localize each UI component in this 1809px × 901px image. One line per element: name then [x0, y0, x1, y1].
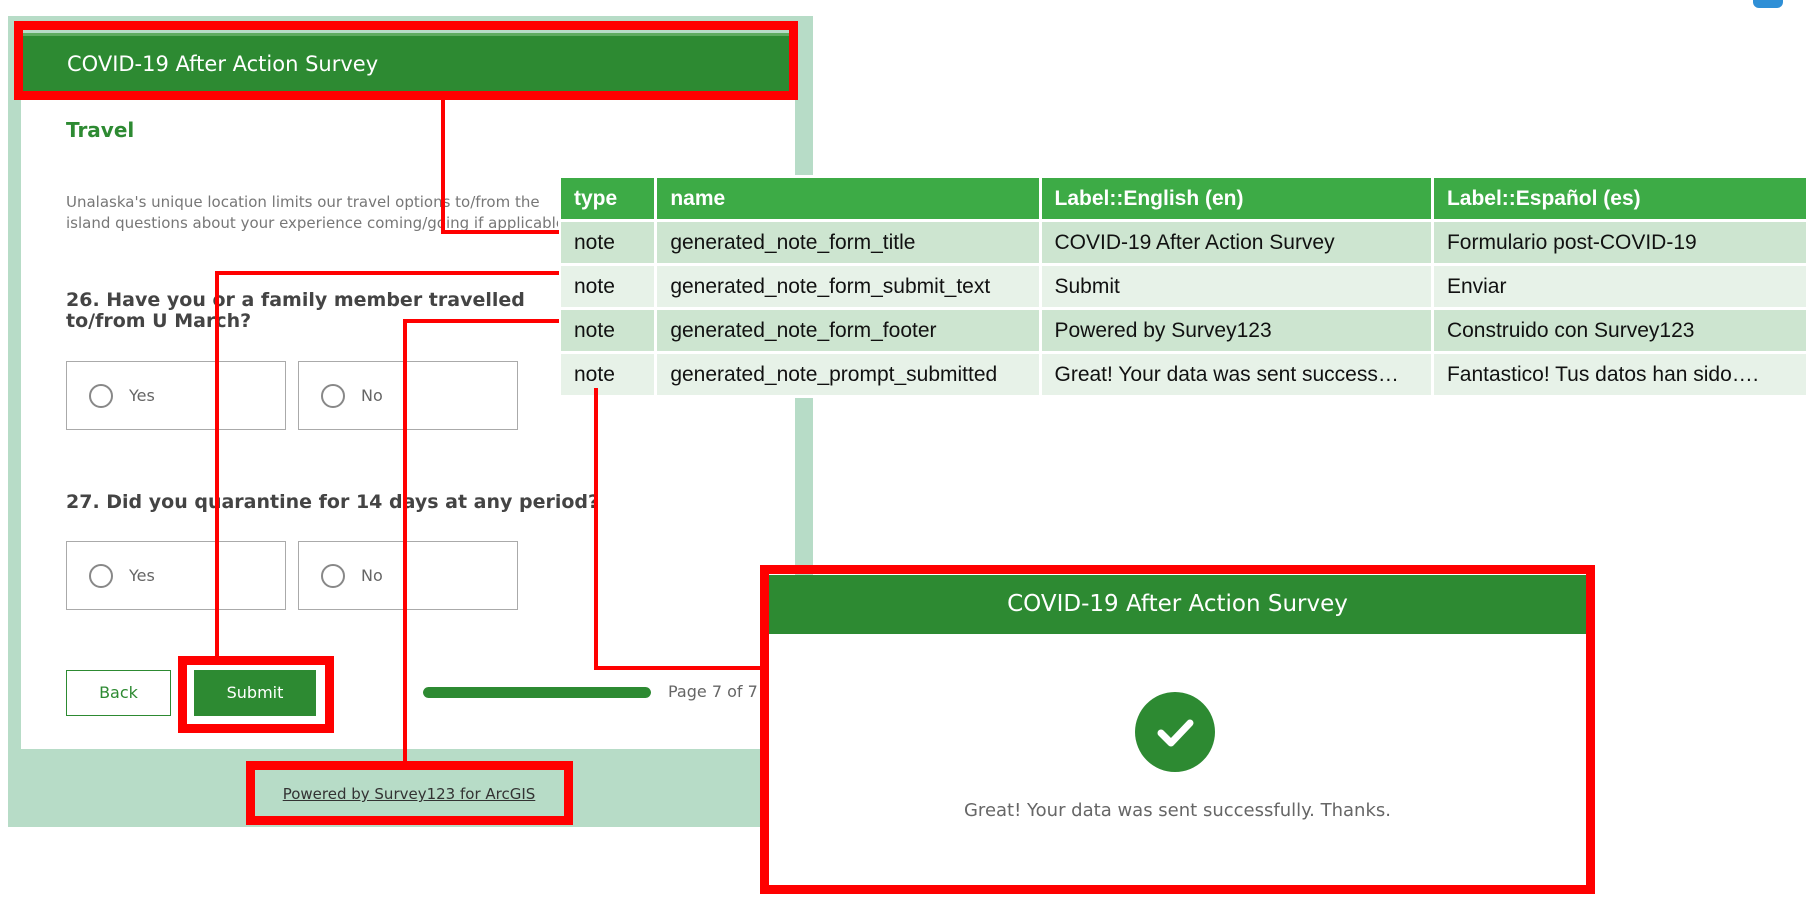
radio-icon	[321, 383, 345, 408]
table-cell: Formulario post-COVID-19	[1430, 219, 1809, 266]
q27-yes-option[interactable]: Yes	[66, 541, 286, 610]
q27-no-option[interactable]: No	[298, 541, 518, 610]
table-cell: generated_note_form_title	[654, 219, 1042, 266]
q26-yes-option[interactable]: Yes	[66, 361, 286, 430]
table-cell: Submit	[1038, 263, 1434, 310]
submit-highlight-box	[178, 656, 334, 733]
connector-line	[441, 99, 445, 234]
question-26-label: 26. Have you or a family member travelle…	[66, 289, 525, 332]
radio-icon	[321, 563, 345, 588]
back-button[interactable]: Back	[66, 670, 171, 716]
option-label: No	[361, 566, 383, 585]
column-header-name: name	[654, 175, 1042, 222]
translation-table: type name Label::English (en) Label::Esp…	[557, 175, 1809, 398]
table-cell: note	[557, 351, 658, 398]
table-cell: generated_note_prompt_submitted	[654, 351, 1042, 398]
column-header-type: type	[557, 175, 658, 222]
table-cell: Construido con Survey123	[1430, 307, 1809, 354]
table-header-row: type name Label::English (en) Label::Esp…	[557, 175, 1809, 222]
connector-line	[594, 388, 598, 670]
connector-line	[215, 271, 559, 275]
progress-bar	[423, 687, 651, 698]
radio-icon	[89, 383, 113, 408]
translation-spreadsheet: type name Label::English (en) Label::Esp…	[557, 175, 1809, 398]
footer-highlight-box	[246, 761, 573, 825]
option-label: Yes	[129, 566, 155, 585]
q26-no-option[interactable]: No	[298, 361, 518, 430]
connector-line	[215, 271, 219, 658]
table-row: note generated_note_form_title COVID-19 …	[557, 219, 1809, 266]
connector-line	[594, 666, 762, 670]
table-cell: note	[557, 263, 658, 310]
success-highlight-box	[760, 565, 1595, 894]
section-title: Travel	[66, 118, 135, 142]
connector-line	[441, 230, 559, 234]
table-row: note generated_note_form_footer Powered …	[557, 307, 1809, 354]
connector-line	[403, 319, 559, 323]
table-cell: Powered by Survey123	[1038, 307, 1434, 354]
corner-icon	[1753, 0, 1783, 8]
radio-icon	[89, 563, 113, 588]
connector-line	[403, 319, 407, 763]
table-cell: generated_note_form_footer	[654, 307, 1042, 354]
table-row: note generated_note_prompt_submitted Gre…	[557, 351, 1809, 398]
column-header-english: Label::English (en)	[1038, 175, 1434, 222]
progress-bar-fill	[423, 687, 651, 698]
column-header-spanish: Label::Español (es)	[1430, 175, 1809, 222]
header-highlight-box	[14, 21, 798, 100]
table-cell: generated_note_form_submit_text	[654, 263, 1042, 310]
table-cell: Great! Your data was sent success…	[1038, 351, 1434, 398]
page-indicator: Page 7 of 7	[668, 682, 758, 701]
table-cell: Fantastico! Tus datos han sido….	[1430, 351, 1809, 398]
table-row: note generated_note_form_submit_text Sub…	[557, 263, 1809, 310]
table-cell: note	[557, 307, 658, 354]
table-cell: COVID-19 After Action Survey	[1038, 219, 1434, 266]
section-description: Unalaska's unique location limits our tr…	[66, 193, 570, 232]
table-cell: note	[557, 219, 658, 266]
option-label: No	[361, 386, 383, 405]
table-cell: Enviar	[1430, 263, 1809, 310]
option-label: Yes	[129, 386, 155, 405]
question-27-label: 27. Did you quarantine for 14 days at an…	[66, 491, 600, 513]
